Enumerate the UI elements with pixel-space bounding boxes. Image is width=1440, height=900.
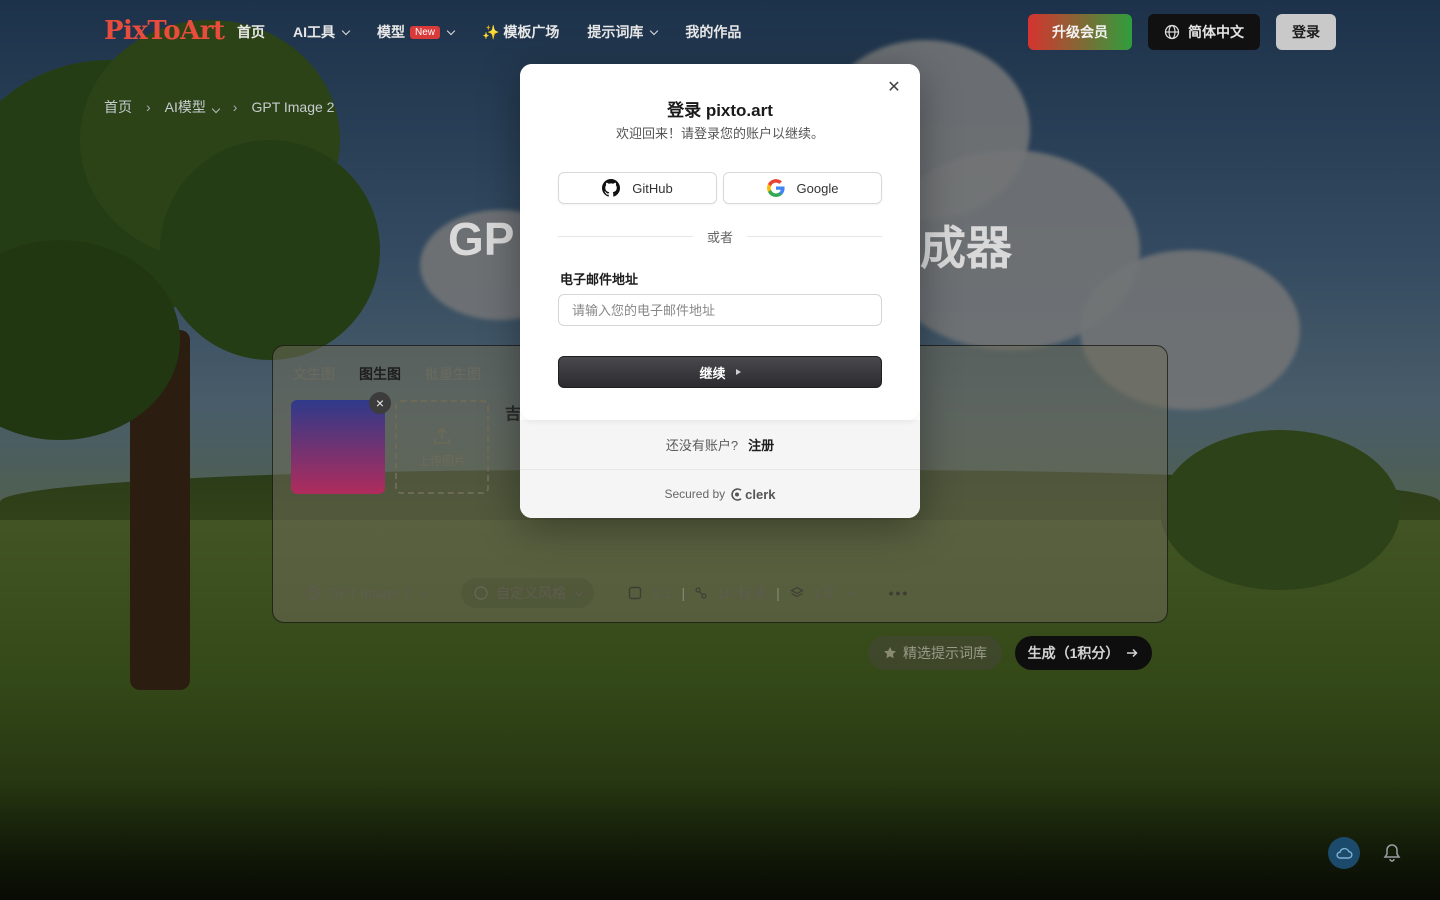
chevron-down-icon [419,587,429,596]
github-icon [602,179,621,197]
hero-title-left: GP [448,213,515,265]
uploaded-image-thumbnail[interactable] [291,400,385,494]
breadcrumb-home[interactable]: 首页 [104,97,132,117]
options-bar: GPT Image 2 自定义风格 1:1 | 1K 标清 | 1次 ••• [293,578,909,608]
clerk-logo[interactable]: clerk [731,487,776,502]
email-field[interactable] [558,294,882,326]
login-modal: ✕ 登录 pixto.art 欢迎回来！请登录您的账户以继续。 GitHub G… [520,64,920,518]
breadcrumb: 首页 › AI模型 › GPT Image 2 [104,97,334,117]
chevron-down-icon [211,104,221,114]
breadcrumb-separator: › [146,99,151,115]
notification-button[interactable] [1382,842,1402,864]
tab-text-to-image[interactable]: 文生图 [293,364,335,384]
nav-ai-tools[interactable]: AI工具 [293,22,351,42]
cloud-icon [1336,847,1353,859]
model-icon [306,586,320,600]
star-icon [884,647,896,659]
chevron-down-icon [446,26,456,35]
breadcrumb-separator: › [232,99,238,115]
github-login-button[interactable]: GitHub [558,172,717,204]
layers-icon [790,586,804,598]
aspect-ratio-icon [628,586,642,600]
play-arrow-icon [735,369,741,375]
nav-models[interactable]: 模型 New [377,22,456,42]
featured-prompts-button[interactable]: 精选提示词库 [868,636,1002,670]
google-icon [766,179,785,197]
login-button[interactable]: 登录 [1276,14,1336,50]
prompt-text[interactable]: 吉 [505,400,521,424]
bell-icon [1383,844,1401,862]
breadcrumb-ai-models[interactable]: AI模型 [165,97,221,117]
continue-button[interactable]: 继续 [558,356,882,388]
google-login-button[interactable]: Google [723,172,882,204]
breadcrumb-current: GPT Image 2 [251,99,335,115]
generate-button[interactable]: 生成（1积分） [1015,636,1152,670]
nav-prompts[interactable]: 提示词库 [587,22,659,42]
cloud-sync-button[interactable] [1328,837,1360,869]
new-badge: New [410,25,441,39]
upgrade-button[interactable]: 升级会员 [1028,14,1132,50]
nav-home[interactable]: 首页 [237,22,265,42]
hero-title-right: 成器 [920,222,1012,274]
signup-prompt: 还没有账户? 注册 [520,420,920,470]
secured-by-footer: Secured by clerk [520,470,920,518]
generation-settings[interactable]: 1:1 | 1K 标清 | 1次 [616,578,867,608]
more-options-icon[interactable]: ••• [889,585,910,601]
chevron-down-icon [341,26,351,35]
quality-icon [695,587,707,599]
model-select[interactable]: GPT Image 2 [293,578,439,608]
nav-templates[interactable]: ✨ 模板广场 [482,22,559,42]
top-header: PixToArt 首页 AI工具 模型 New ✨ 模板广场 提示词库 我的作品 … [0,0,1440,64]
nav-my-works[interactable]: 我的作品 [685,22,741,42]
main-nav: 首页 AI工具 模型 New ✨ 模板广场 提示词库 我的作品 [237,22,741,42]
chevron-down-icon [574,587,584,596]
email-label: 电子邮件地址 [560,272,639,287]
remove-image-icon[interactable]: × [369,392,391,414]
clerk-icon [731,487,742,501]
arrow-right-icon [1127,648,1138,658]
upload-icon [434,427,450,444]
signup-link[interactable]: 注册 [748,435,774,454]
modal-title: 登录 pixto.art [667,101,773,120]
or-divider: 或者 [558,227,883,246]
upload-image-button[interactable]: 上传图片 [395,400,489,494]
style-icon [474,586,488,600]
logo[interactable]: PixToArt [104,16,225,46]
close-icon[interactable]: ✕ [886,80,902,96]
chevron-down-icon [847,587,856,596]
tab-batch[interactable]: 批量生图 [425,364,481,384]
style-select[interactable]: 自定义风格 [461,578,595,608]
language-button[interactable]: 简体中文 [1148,14,1260,50]
modal-subtitle: 欢迎回来！请登录您的账户以继续。 [615,126,824,141]
chevron-down-icon [650,26,659,35]
tab-image-to-image[interactable]: 图生图 [359,364,401,384]
login-form-panel: ✕ 登录 pixto.art 欢迎回来！请登录您的账户以继续。 GitHub G… [520,64,920,420]
globe-icon [1164,24,1180,40]
mode-tabs: 文生图 图生图 批量生图 [293,364,481,384]
